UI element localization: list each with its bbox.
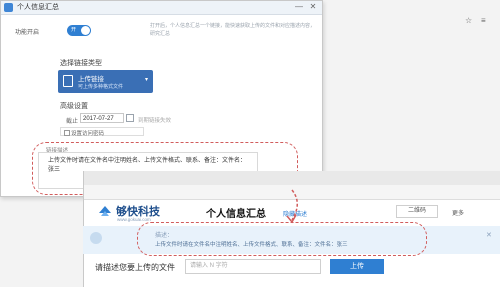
toggle-knob bbox=[81, 26, 90, 35]
app-icon bbox=[4, 3, 13, 12]
dialog-titlebar: 个人信息汇总 — ✕ bbox=[1, 1, 322, 15]
screenshot-stage: 个人信息汇总 — ✕ 功能开启 开 打开后，个人信息汇总一个链接，能快速获取上传… bbox=[0, 0, 500, 287]
upload-prompt-label: 请描述您要上传的文件 bbox=[95, 263, 175, 272]
upload-section-title: 选择链接类型 bbox=[60, 60, 102, 67]
info-icon bbox=[90, 232, 102, 244]
gokuai-logo-icon bbox=[99, 206, 111, 216]
minimize-button[interactable]: — bbox=[292, 1, 306, 13]
more-menu-button[interactable]: 更多 bbox=[452, 208, 464, 217]
dialog-title: 个人信息汇总 bbox=[17, 4, 59, 11]
upload-input[interactable]: 请输入 N 字符 bbox=[185, 259, 321, 274]
upload-link-button[interactable]: 上传链接 可上传多种格式文件 ▾ bbox=[58, 70, 153, 93]
menu-icon[interactable]: ≡ bbox=[481, 16, 486, 26]
date-label: 截止 bbox=[66, 119, 79, 125]
logo-url: www.gokuai.com bbox=[117, 217, 151, 222]
toggle-label: 功能开启 bbox=[15, 30, 40, 36]
page-title: 个人信息汇总 bbox=[206, 209, 266, 220]
checkbox-label: 设置访问密码 bbox=[71, 131, 105, 137]
calendar-icon[interactable] bbox=[126, 114, 134, 122]
password-checkbox[interactable]: 设置访问密码 bbox=[60, 127, 144, 137]
feature-toggle[interactable]: 开 bbox=[67, 25, 91, 36]
hide-description-link[interactable]: 隐藏描述 bbox=[283, 209, 307, 218]
browser-tabstrip bbox=[84, 171, 500, 185]
toggle-text: 开 bbox=[71, 27, 77, 33]
browser-toolbar bbox=[84, 185, 500, 200]
upload-button-sublabel: 可上传多种格式文件 bbox=[78, 84, 124, 90]
chevron-down-icon: ▾ bbox=[144, 77, 148, 83]
qr-code-button[interactable]: 二维码 bbox=[396, 205, 438, 218]
advanced-section-title: 高级设置 bbox=[60, 103, 88, 110]
bookmark-star-icon[interactable]: ☆ bbox=[465, 16, 472, 26]
date-field[interactable]: 2017-07-27 bbox=[80, 113, 124, 123]
upload-submit-button[interactable]: 上传 bbox=[330, 259, 384, 274]
upload-icon bbox=[63, 75, 73, 87]
annotation-highlight-bottom bbox=[137, 222, 427, 256]
banner-close-icon[interactable]: ✕ bbox=[486, 231, 492, 239]
date-hint: 到期链接失效 bbox=[138, 118, 172, 124]
checkbox-box bbox=[64, 130, 70, 136]
upload-button-label: 上传链接 bbox=[78, 76, 104, 83]
feature-hint: 打开后，个人信息汇总一个链接，能快速获取上传的文件和对应描述内容，研究汇总 bbox=[150, 23, 316, 37]
close-button[interactable]: ✕ bbox=[306, 1, 320, 13]
